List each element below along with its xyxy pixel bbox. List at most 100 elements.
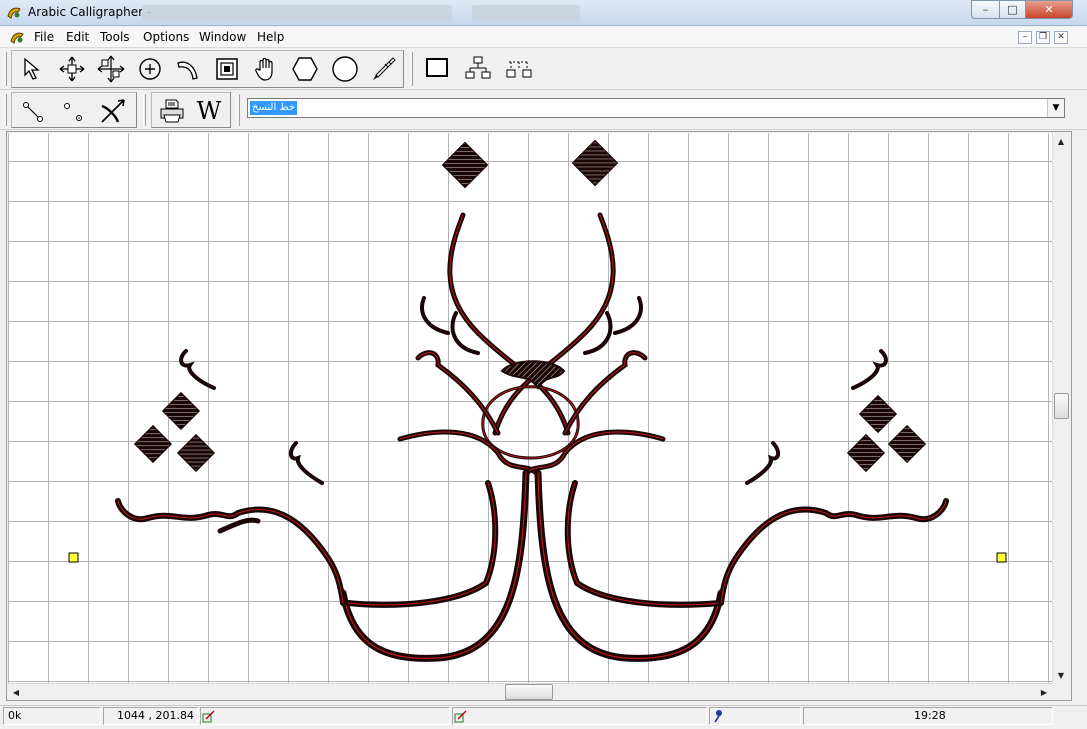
toolbar-grip[interactable]	[4, 52, 7, 86]
hexagon-icon	[292, 57, 318, 81]
toolbar-grip-3[interactable]	[4, 94, 7, 126]
select-arrow-icon	[24, 57, 40, 80]
stroke-right-bow	[524, 429, 666, 476]
mdi-restore-button[interactable]: ❐	[1036, 31, 1050, 44]
stroke-left-mim	[179, 349, 216, 390]
horizontal-scroll-thumb[interactable]	[505, 684, 553, 700]
resize-button[interactable]	[94, 52, 128, 86]
dot-diamond	[887, 424, 927, 464]
resize-icon	[97, 55, 125, 83]
stroke-right-bowl-inner-accent	[567, 482, 721, 606]
curve-button[interactable]	[171, 52, 205, 86]
tool-group-layout	[418, 50, 538, 88]
hand-icon	[255, 57, 273, 81]
node-pair-icon	[64, 103, 82, 121]
scroll-up-icon[interactable]: ▲	[1053, 133, 1069, 149]
pen-icon	[373, 57, 396, 80]
time-cell: 19:28	[803, 707, 1053, 725]
frame-button[interactable]	[210, 52, 244, 86]
cursor-coordinates: 1044 , 201.84	[117, 709, 194, 722]
maximize-button[interactable]: □	[999, 0, 1026, 19]
dot-diamond	[133, 424, 173, 464]
target-icon	[139, 58, 161, 80]
selection-handle-left[interactable]	[68, 552, 79, 563]
dot-diamond	[858, 394, 898, 434]
status-message: 0k	[8, 709, 22, 722]
node-button[interactable]	[16, 94, 50, 128]
toolbar-grip-2[interactable]	[410, 52, 413, 86]
document-icon[interactable]	[9, 29, 25, 45]
dropdown-arrow-icon[interactable]: ▼	[1047, 99, 1064, 117]
status-pen-cell	[709, 707, 801, 725]
tree-dotted-button[interactable]	[502, 51, 536, 85]
drawing-toolbar	[0, 48, 1087, 90]
rectangle-button[interactable]	[420, 51, 454, 85]
tool-group-main	[11, 50, 404, 88]
menu-file[interactable]: File	[34, 30, 54, 44]
printer-button[interactable]	[155, 94, 189, 128]
menu-edit[interactable]: Edit	[66, 30, 89, 44]
stroke-left-wing-tail	[217, 517, 261, 534]
scroll-right-icon[interactable]: ▶	[1036, 684, 1052, 700]
frame-icon	[216, 58, 238, 80]
mdi-minimize-button[interactable]: –	[1018, 31, 1032, 44]
stroke-left-bow	[397, 429, 539, 476]
node-pair-button[interactable]	[56, 94, 90, 128]
stroke-left-branch-accent	[417, 352, 499, 434]
hand-button[interactable]	[249, 52, 283, 86]
stroke-left-bowl-outer-accent	[342, 472, 527, 660]
dot-diamond	[571, 139, 619, 187]
hexagon-button[interactable]	[288, 52, 322, 86]
script-style-select[interactable]: خط النسخ ▼	[247, 98, 1065, 118]
stroke-right-bowl-outer-accent	[537, 472, 722, 660]
vertical-scroll-thumb[interactable]	[1054, 393, 1069, 419]
status-layer-cell	[452, 707, 707, 725]
minimize-button[interactable]: –	[971, 0, 1000, 19]
tree-icon	[465, 56, 491, 79]
move-button[interactable]	[55, 52, 89, 86]
stroke-right-mim	[851, 349, 888, 390]
mdi-close-button[interactable]: ✕	[1054, 31, 1068, 44]
bow-arrow-button[interactable]	[96, 94, 130, 128]
calligraphy-strokes	[115, 139, 949, 662]
dot-diamond	[441, 141, 489, 189]
status-tool-cell	[200, 707, 450, 725]
title-bar: Arabic Calligrapher - – □ ✕	[0, 0, 1087, 26]
circle-button[interactable]	[328, 52, 362, 86]
stroke-right-bowl-outer	[534, 469, 725, 662]
dot-diamond	[846, 433, 886, 473]
printer-icon	[160, 99, 184, 123]
menu-options[interactable]: Options	[143, 30, 189, 44]
window-title: Arabic Calligrapher -	[28, 5, 152, 19]
stroke-left-bowl-inner	[345, 480, 499, 608]
toolbar-grip-4[interactable]	[143, 94, 146, 126]
horizontal-scrollbar[interactable]: ◀ ▶	[8, 683, 1052, 700]
menu-help[interactable]: Help	[257, 30, 284, 44]
drawing-canvas[interactable]	[8, 133, 1052, 683]
vertical-scrollbar[interactable]: ▲ ▼	[1052, 133, 1069, 683]
pen-status-icon	[714, 710, 722, 723]
menu-tools[interactable]: Tools	[100, 30, 130, 44]
stroke-left-mim-2	[289, 441, 324, 485]
stroke-right-hook	[613, 296, 643, 335]
word-button[interactable]: W	[192, 94, 226, 128]
target-button[interactable]	[133, 52, 167, 86]
scroll-down-icon[interactable]: ▼	[1053, 667, 1069, 683]
title-redacted	[142, 5, 452, 21]
pen-button[interactable]	[366, 52, 400, 86]
menu-window[interactable]: Window	[199, 30, 246, 44]
menu-bar: File Edit Tools Options Window Help – ❐ …	[0, 27, 1087, 48]
node-icon	[23, 102, 43, 122]
title-redacted-2	[472, 5, 580, 21]
stroke-right-bowl-inner	[564, 480, 723, 608]
selection-handle-right[interactable]	[996, 552, 1007, 563]
calligraphy-drawing	[68, 139, 1007, 662]
tree-button[interactable]	[461, 51, 495, 85]
tool-group-nodes	[11, 92, 137, 128]
close-button[interactable]: ✕	[1025, 0, 1073, 19]
toolbar-grip-5[interactable]	[237, 94, 240, 126]
status-message-cell: 0k	[3, 707, 101, 725]
dot-diamond	[176, 433, 216, 473]
scroll-left-icon[interactable]: ◀	[8, 684, 24, 700]
select-arrow-button[interactable]	[16, 52, 50, 86]
